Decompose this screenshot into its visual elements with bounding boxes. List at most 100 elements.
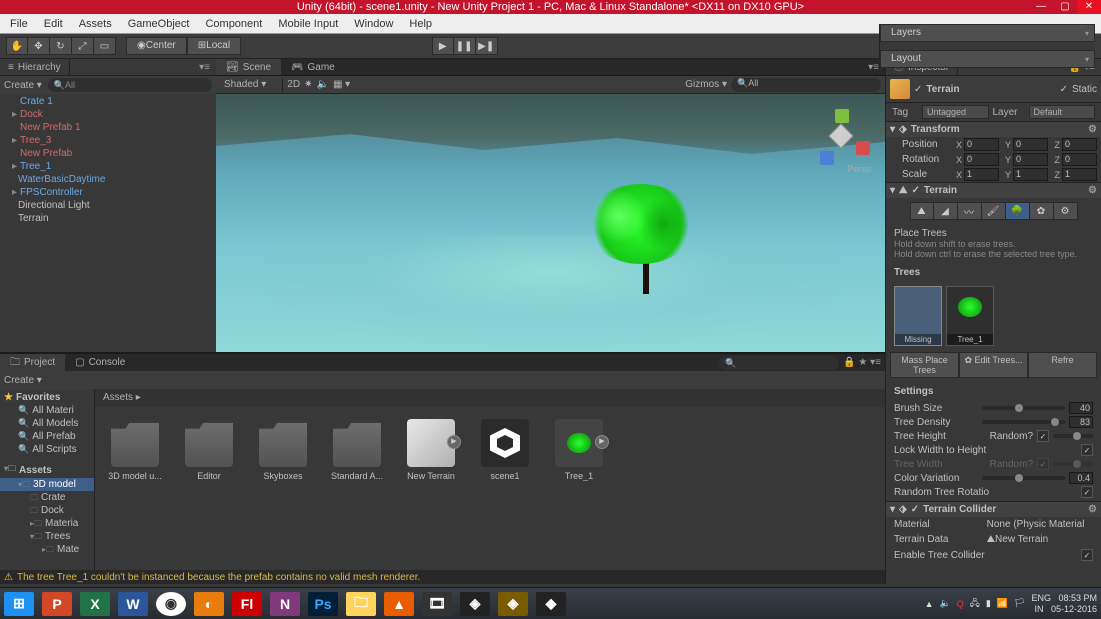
tray-clock[interactable]: ENG 08:53 PM IN 05-12-2016 — [1031, 593, 1097, 615]
layout-dropdown[interactable]: Layout — [880, 50, 1095, 68]
scene-2d-toggle[interactable]: 2D — [287, 79, 300, 90]
terrain-raise-tool[interactable]: ⛰ — [910, 202, 934, 220]
hierarchy-search[interactable]: 🔍All — [48, 78, 212, 92]
taskbar-blender[interactable]: ◐ — [194, 592, 224, 616]
menu-window[interactable]: Window — [346, 14, 401, 34]
taskbar-vlc[interactable]: ▲ — [384, 592, 414, 616]
favorites-header[interactable]: ★Favorites — [0, 391, 94, 404]
step-button[interactable]: ▶❚ — [476, 37, 498, 55]
hand-tool[interactable]: ✋ — [6, 37, 28, 55]
folder-mate[interactable]: ▸🗀Mate — [0, 543, 94, 556]
taskbar-explorer[interactable]: 🗀 — [346, 592, 376, 616]
taskbar-word[interactable]: W — [118, 592, 148, 616]
folder-dock[interactable]: 🗀Dock — [0, 504, 94, 517]
gameobject-name[interactable]: Terrain — [926, 84, 1055, 95]
gizmo-z-axis[interactable] — [820, 151, 834, 165]
rotation-z[interactable]: 0 — [1062, 153, 1097, 166]
tree-density-slider[interactable] — [982, 420, 1066, 424]
asset-editor[interactable]: Editor — [181, 419, 237, 481]
scene-fx-toggle[interactable]: ▦ ▾ — [333, 79, 350, 90]
pivot-local[interactable]: ⊞ Local — [187, 37, 241, 55]
maximize-button[interactable]: ▢ — [1053, 0, 1077, 14]
gizmo-y-axis[interactable] — [835, 109, 849, 123]
taskbar-app1[interactable]: ◈ — [460, 592, 490, 616]
pause-button[interactable]: ❚❚ — [454, 37, 476, 55]
status-bar[interactable]: ⚠ The tree Tree_1 couldn't be instanced … — [0, 570, 885, 584]
tab-scene[interactable]: 🏞Scene — [216, 59, 281, 75]
tree-slot-missing[interactable]: Missing — [894, 286, 942, 346]
taskbar-unity[interactable]: ◆ — [536, 592, 566, 616]
taskbar-flash[interactable]: Fl — [232, 592, 262, 616]
fav-all-materials[interactable]: 🔍All Materi — [0, 404, 94, 417]
brush-size-slider[interactable] — [982, 406, 1066, 410]
layer-dropdown[interactable]: Default — [1029, 105, 1096, 119]
brush-size-value[interactable]: 40 — [1069, 402, 1093, 414]
folder-trees[interactable]: ▾🗀Trees — [0, 530, 94, 543]
hier-item-newprefab[interactable]: New Prefab — [0, 147, 216, 160]
rotate-tool[interactable]: ↻ — [50, 37, 72, 55]
terrain-paint-height-tool[interactable]: ◢ — [934, 202, 958, 220]
menu-file[interactable]: File — [2, 14, 36, 34]
collider-data-field[interactable]: ⛰New Terrain — [987, 534, 1093, 545]
collider-enabled-checkbox[interactable]: ✓ — [911, 504, 919, 515]
tree-slot-tree1[interactable]: Tree_1 — [946, 286, 994, 346]
gizmo-x-axis[interactable] — [856, 141, 870, 155]
terrain-paint-texture-tool[interactable]: 🖌 — [982, 202, 1006, 220]
tray-quick-icon[interactable]: Q — [957, 599, 964, 609]
play-button[interactable]: ▶ — [432, 37, 454, 55]
component-foldout[interactable]: ▾ — [890, 124, 895, 135]
hier-item-dirlight[interactable]: Directional Light — [0, 199, 216, 212]
rotation-y[interactable]: 0 — [1013, 153, 1048, 166]
hierarchy-create[interactable]: Create ▾ — [4, 80, 42, 91]
refresh-trees-button[interactable]: Refre — [1028, 352, 1097, 378]
tag-dropdown[interactable]: Untagged — [922, 105, 989, 119]
fav-all-prefabs[interactable]: 🔍All Prefab — [0, 430, 94, 443]
tray-action-icon[interactable]: 🏳 — [1014, 598, 1025, 609]
tray-battery-icon[interactable]: ▮ — [986, 598, 991, 609]
folder-crate[interactable]: 🗀Crate — [0, 491, 94, 504]
menu-gameobject[interactable]: GameObject — [120, 14, 198, 34]
scene-viewport[interactable]: Persp — [216, 94, 885, 352]
hier-item-terrain[interactable]: Terrain — [0, 212, 216, 225]
scene-gizmos-dropdown[interactable]: Gizmos ▾ — [685, 79, 727, 90]
move-tool[interactable]: ✥ — [28, 37, 50, 55]
rotation-x[interactable]: 0 — [964, 153, 999, 166]
menu-assets[interactable]: Assets — [71, 14, 120, 34]
terrain-settings-tool[interactable]: ⚙ — [1054, 202, 1078, 220]
scale-tool[interactable]: ⤢ — [72, 37, 94, 55]
transform-gear-icon[interactable]: ⚙ — [1088, 124, 1097, 135]
hier-item-tree1[interactable]: ▸Tree_1 — [0, 160, 216, 173]
tray-network-icon[interactable]: 🖧 — [970, 596, 980, 612]
folder-materials[interactable]: ▸🗀Materia — [0, 517, 94, 530]
taskbar-chrome[interactable]: ◉ — [156, 592, 186, 616]
scale-y[interactable]: 1 — [1013, 168, 1048, 181]
assets-header[interactable]: ▾🗀Assets — [0, 462, 94, 478]
project-create[interactable]: Create ▾ — [4, 375, 42, 386]
rect-tool[interactable]: ▭ — [94, 37, 116, 55]
hier-item-crate1[interactable]: Crate 1 — [0, 95, 216, 108]
taskbar-photoshop[interactable]: Ps — [308, 592, 338, 616]
tray-sound-icon[interactable]: 🔈 — [940, 598, 951, 609]
scene-light-toggle[interactable]: ✷ — [304, 79, 312, 90]
scene-search[interactable]: 🔍All — [731, 78, 881, 92]
position-z[interactable]: 0 — [1062, 138, 1097, 151]
tab-project[interactable]: 🗀Project — [0, 354, 65, 371]
hier-item-fpscontroller[interactable]: ▸FPSController — [0, 186, 216, 199]
position-x[interactable]: 0 — [964, 138, 999, 151]
color-variation-slider[interactable] — [982, 476, 1066, 480]
scene-tree-object[interactable] — [586, 184, 706, 294]
random-rotation-checkbox[interactable]: ✓ — [1081, 486, 1093, 498]
menu-help[interactable]: Help — [401, 14, 440, 34]
collider-enable-tree-checkbox[interactable]: ✓ — [1081, 549, 1093, 561]
static-checkbox[interactable]: ✓ — [1060, 84, 1068, 95]
menu-component[interactable]: Component — [197, 14, 270, 34]
menu-mobileinput[interactable]: Mobile Input — [270, 14, 346, 34]
asset-tree1[interactable]: ▶Tree_1 — [551, 419, 607, 481]
collider-foldout[interactable]: ▾ — [890, 504, 895, 515]
tree-height-random-checkbox[interactable]: ✓ — [1037, 430, 1049, 442]
terrain-paint-details-tool[interactable]: ✿ — [1030, 202, 1054, 220]
terrain-enabled-checkbox[interactable]: ✓ — [911, 185, 919, 196]
start-button[interactable]: ⊞ — [4, 592, 34, 616]
minimize-button[interactable]: — — [1029, 0, 1053, 14]
color-variation-value[interactable]: 0.4 — [1069, 472, 1093, 484]
